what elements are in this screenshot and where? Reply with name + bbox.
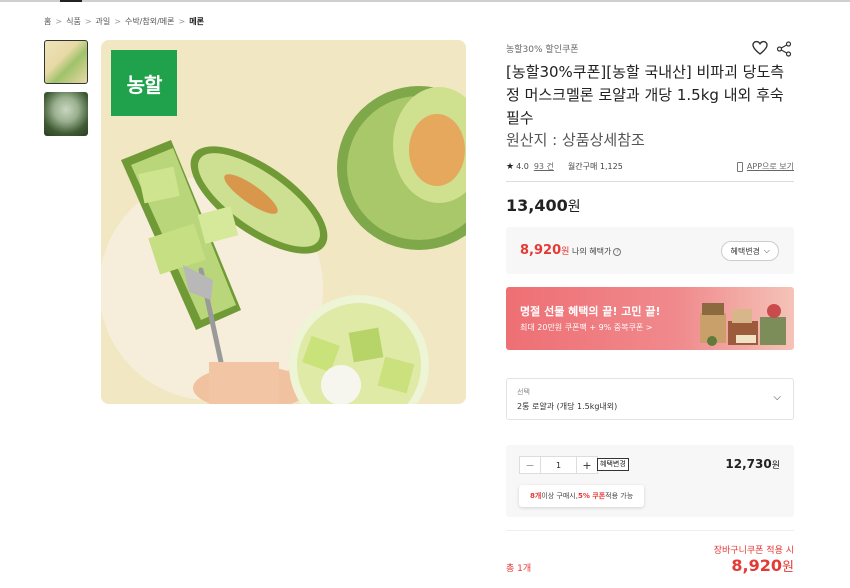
benefit-price-unit: 원 [561,247,570,257]
chevron-down-icon: ⌵ [773,392,781,403]
benefit-price-box: 8,920원 나의 혜택가 ? 혜택변경 ⌵ [506,227,794,274]
thumbnail-2[interactable] [44,92,88,136]
total-count: 총 1개 [506,564,532,574]
option-select[interactable]: 선택 2통 로얄과 (개당 1.5kg내외) ⌵ [506,378,794,420]
original-price: 13,400원 [506,196,581,216]
decrease-button[interactable]: − [520,457,540,473]
quantity-stepper: − 1 + [519,456,598,474]
top-divider [0,0,850,2]
tooltip-mid: 이상 구매시, [541,492,578,500]
change-benefit-button[interactable]: 혜택변경 ⌵ [721,241,779,261]
origin-text: 원산지 : 상품상세참조 [506,131,645,149]
total-price: 8,920원 [731,556,794,575]
benefit-label: 나의 혜택가 ? [572,246,622,257]
tooltip-count: 8개 [530,492,542,500]
app-view-link[interactable]: APP으로 보기 [736,161,794,172]
total-price-value: 8,920 [731,556,783,575]
product-main-image: 농할 [101,40,466,404]
nonghal-logo: 농할 [111,50,177,116]
heart-icon[interactable] [752,40,768,56]
breadcrumb-home[interactable]: 홈 [44,16,51,27]
tab-indicator [60,0,82,2]
selected-item-box: − 1 + 혜택변경 12,730원 8개 이상 구매시, 5% 쿠폰 적용 가… [506,445,794,517]
gift-set-illustration [700,303,786,346]
option-label: 선택 [517,388,530,396]
bulk-coupon-tooltip: 8개 이상 구매시, 5% 쿠폰 적용 가능 [519,485,645,507]
breadcrumb-separator: > [178,17,186,26]
monthly-purchases: 월간구매 1,125 [567,162,623,171]
line-price-value: 12,730 [725,457,772,471]
benefit-price: 8,920원 [520,243,569,258]
rating-value: 4.0 [516,162,529,171]
cart-coupon-note: 장바구니쿠폰 적용 시 [713,546,794,556]
chevron-down-icon: ⌵ [763,246,770,255]
product-title: [농할30%쿠폰][농할 국내산] 비파괴 당도측정 머스크멜론 로얄과 개당 … [506,63,785,127]
star-icon: ★ [506,161,515,172]
divider [506,530,794,531]
product-meta: ★ 4.0 93 건 월간구매 1,125 APP으로 보기 [506,161,794,172]
tooltip-end: 적용 가능 [605,492,634,500]
price-unit: 원 [567,199,581,215]
benefit-label-text: 나의 혜택가 [572,247,612,256]
line-price-unit: 원 [771,461,780,471]
change-benefit-label: 혜택변경 [730,246,760,256]
app-view-label: APP으로 보기 [746,162,794,171]
info-icon[interactable]: ? [613,247,622,256]
breadcrumb: 홈 > 식품 > 과일 > 수박/참외/메론 > 메론 [44,16,204,27]
review-count-link[interactable]: 93 건 [534,161,554,172]
price-value: 13,400 [506,196,568,215]
banner-title: 명절 선물 혜택의 끝! 고민 끝! [520,305,661,318]
brand-label[interactable]: 농할30% 할인쿠폰 [506,42,579,55]
breadcrumb-melon-category[interactable]: 수박/참외/메론 [125,16,175,27]
thumbnail-1[interactable] [44,40,88,84]
line-price: 12,730원 [725,457,780,471]
total-price-unit: 원 [782,560,794,575]
increase-button[interactable]: + [577,457,597,473]
option-value: 2통 로얄과 (개당 1.5kg내외) [517,402,618,411]
breadcrumb-melon[interactable]: 메론 [189,16,204,27]
phone-icon [736,161,743,172]
tooltip-rate: 5% 쿠폰 [577,492,606,500]
share-icon[interactable] [776,41,792,57]
item-benefit-change-button[interactable]: 혜택변경 [597,458,629,471]
breadcrumb-separator: > [114,17,121,26]
holiday-promo-banner[interactable]: 명절 선물 혜택의 끝! 고민 끝! 최대 20만원 쿠폰팩 + 9% 중복쿠폰… [506,287,794,350]
breadcrumb-separator: > [55,17,63,26]
banner-subtitle: 최대 20만원 쿠폰팩 + 9% 중복쿠폰 > [520,323,653,332]
breadcrumb-separator: > [84,17,92,26]
quantity-value[interactable]: 1 [540,457,577,473]
breadcrumb-fruit[interactable]: 과일 [96,16,111,27]
divider [506,181,794,182]
benefit-price-value: 8,920 [520,243,562,258]
breadcrumb-food[interactable]: 식품 [66,16,81,27]
